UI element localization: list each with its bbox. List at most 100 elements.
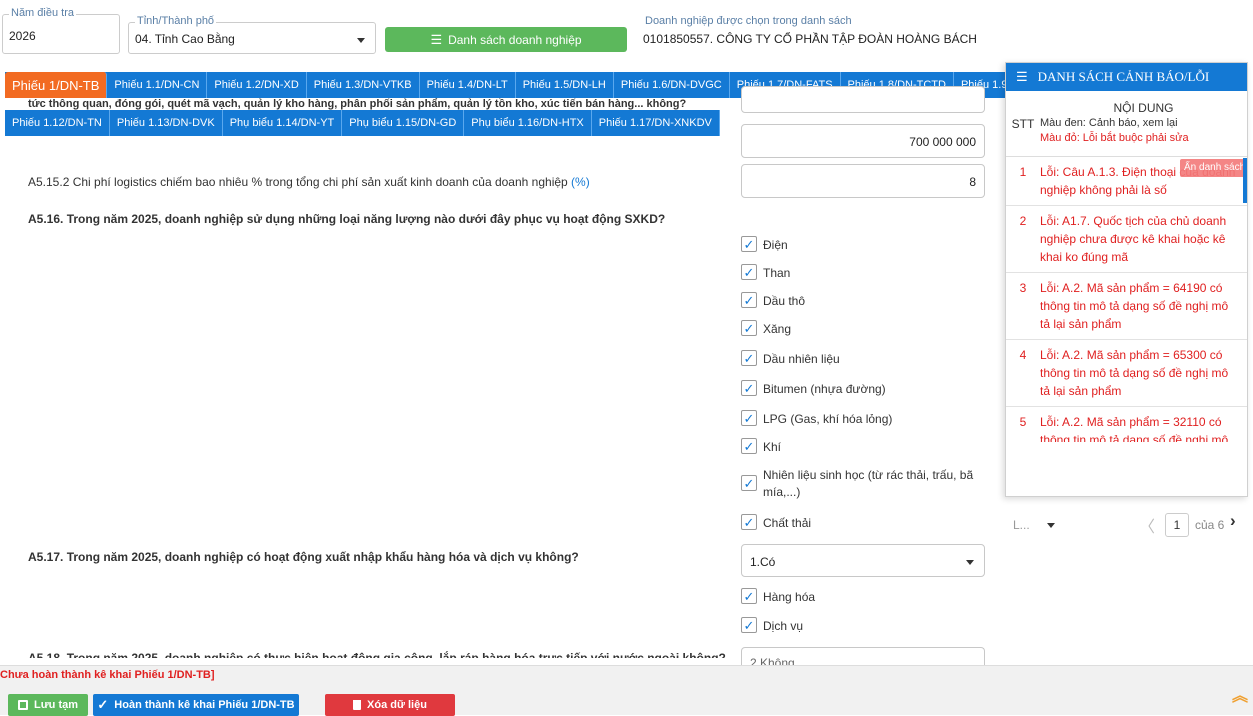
tab-row-secondary: Phiếu 1.12/DN-TN Phiếu 1.13/DN-DVK Phụ biể…	[5, 110, 720, 136]
warning-row-number: 3	[1019, 281, 1027, 295]
warning-panel-title: DANH SÁCH CẢNH BÁO/LỖI	[1037, 69, 1210, 84]
tab-5[interactable]: Phiếu 1.5/DN-LH	[516, 72, 614, 98]
logistics-cost-input[interactable]	[741, 86, 985, 113]
tab-4[interactable]: Phiếu 1.4/DN-LT	[420, 72, 516, 98]
warning-panel: ☰ DANH SÁCH CẢNH BÁO/LỖI STT NỘI DUNG Mà…	[1005, 62, 1248, 497]
question-a518: A5.18. Trong năm 2025, doanh nghiệp có t…	[28, 651, 726, 658]
chevron-down-icon	[1047, 523, 1055, 528]
energy-label: Nhiên liệu sinh học (từ rác thải, trấu, …	[763, 468, 974, 499]
save-icon	[17, 700, 28, 710]
complete-button[interactable]: ✓ Hoàn thành kê khai Phiếu 1/DN-TB	[93, 694, 299, 716]
a517-select[interactable]: 1.Có	[741, 544, 985, 577]
warning-row[interactable]: 4 Lỗi: A.2. Mã sản phẩm = 65300 có thông …	[1006, 340, 1247, 407]
check-icon: ✓	[741, 236, 757, 252]
warning-row-number: 1	[1019, 165, 1027, 179]
question-a5152-text: A5.15.2 Chi phí logistics chiếm bao nhiê…	[28, 175, 572, 189]
page-number-input[interactable]: 1	[1165, 513, 1189, 537]
year-field[interactable]: Năm điều tra 2026	[2, 7, 120, 54]
warning-row[interactable]: 5 Lỗi: A.2. Mã sản phẩm = 32110 có thông …	[1006, 407, 1247, 442]
list-icon: ☰	[430, 31, 443, 47]
chevron-down-icon	[357, 38, 365, 43]
col-content-title: NỘI DUNG	[1113, 101, 1174, 115]
warning-row-text: Lỗi: A.2. Mã sản phẩm = 65300 có thông t…	[1040, 348, 1229, 398]
a518-select[interactable]: 2.Không	[741, 647, 985, 665]
energy-checkbox[interactable]: ✓ Chất thải	[741, 514, 811, 530]
scroll-top-icon[interactable]: ︽	[1232, 689, 1248, 705]
check-icon: ✓	[741, 514, 757, 530]
trade-checkbox[interactable]: ✓ Hàng hóa	[741, 588, 815, 604]
truncated-question: tức thông quan, đóng gói, quét mã vạch, …	[28, 98, 687, 110]
company-value: 0101850557. CÔNG TY CỔ PHẦN TẬP ĐOÀN HOÀ…	[643, 32, 977, 46]
check-icon: ✓	[741, 292, 757, 308]
question-a5152-unit: (%)	[571, 175, 590, 189]
warning-row-number: 2	[1019, 214, 1027, 228]
energy-label: Bitumen (nhựa đường)	[763, 382, 886, 396]
energy-checkbox[interactable]: ✓ Dầu thô	[741, 292, 805, 308]
check-icon: ✓	[741, 380, 757, 396]
a517-value: 1.Có	[750, 555, 776, 569]
energy-label: Điện	[763, 238, 788, 252]
province-value: 04. Tỉnh Cao Bằng	[135, 32, 235, 46]
company-field[interactable]: Doanh nghiệp được chọn trong danh sách 0…	[636, 15, 1250, 54]
pager-bar: L... 〈 1 của 6 ›	[1005, 505, 1248, 545]
energy-checkbox[interactable]: ✓ Dầu nhiên liệu	[741, 350, 840, 366]
warning-row[interactable]: 2 Lỗi: A1.7. Quốc tịch của chủ doanh nghi…	[1006, 206, 1247, 273]
check-icon: ✓	[741, 264, 757, 280]
check-icon: ✓	[741, 410, 757, 426]
delete-data-button[interactable]: Xóa dữ liệu	[325, 694, 455, 716]
question-a516: A5.16. Trong năm 2025, doanh nghiệp sử d…	[28, 212, 666, 226]
energy-checkbox[interactable]: ✓ Than	[741, 264, 790, 280]
warning-scrollbar[interactable]	[1243, 158, 1247, 203]
trade-checkbox[interactable]: ✓ Dịch vụ	[741, 617, 803, 633]
cost-value-input[interactable]: 700 000 000	[741, 124, 985, 158]
cost-value: 700 000 000	[909, 135, 976, 149]
check-icon: ✓	[741, 350, 757, 366]
page-total: của 6	[1195, 518, 1225, 532]
menu-icon[interactable]: ☰	[1016, 69, 1028, 85]
tab-6[interactable]: Phiếu 1.6/DN-DVGC	[614, 72, 730, 98]
question-a5152: A5.15.2 Chi phí logistics chiếm bao nhiê…	[28, 175, 590, 189]
warning-row-text: Lỗi: A.2. Mã sản phẩm = 64190 có thông t…	[1040, 281, 1229, 331]
percent-input[interactable]: 8	[741, 164, 985, 198]
trash-icon	[353, 700, 362, 710]
warning-row-number: 4	[1019, 348, 1027, 362]
tab-2[interactable]: Phiếu 1.2/DN-XD	[207, 72, 307, 98]
tab-row2-3[interactable]: Phụ biểu 1.15/DN-GD	[342, 110, 465, 136]
tab-row2-1[interactable]: Phiếu 1.13/DN-DVK	[110, 110, 223, 136]
prev-page-icon[interactable]: 〈	[1139, 513, 1155, 537]
tab-row2-2[interactable]: Phụ biểu 1.14/DN-YT	[223, 110, 343, 136]
energy-checkbox[interactable]: ✓ Bitumen (nhựa đường)	[741, 380, 886, 396]
page-size-select[interactable]: L...	[1009, 513, 1061, 537]
col-stt-header: STT	[1011, 116, 1035, 131]
next-page-icon[interactable]: ›	[1230, 511, 1236, 531]
company-list-button[interactable]: ☰ Danh sách doanh nghiệp	[385, 27, 627, 52]
tab-1[interactable]: Phiếu 1.1/DN-CN	[107, 72, 208, 98]
warning-row-number: 5	[1019, 415, 1027, 429]
province-select[interactable]: Tỉnh/Thành phố 04. Tỉnh Cao Bằng	[128, 15, 376, 54]
tab-active[interactable]: Phiếu 1/DN-TB	[5, 72, 108, 98]
tab-row2-5[interactable]: Phiếu 1.17/DN-XNKDV	[592, 110, 720, 136]
page-size-value: L...	[1013, 518, 1030, 532]
complete-label: Hoàn thành kê khai Phiếu 1/DN-TB	[114, 699, 295, 711]
save-draft-button[interactable]: Lưu tạm	[8, 694, 88, 716]
warning-row[interactable]: 3 Lỗi: A.2. Mã sản phẩm = 64190 có thông …	[1006, 273, 1247, 340]
energy-checkbox[interactable]: ✓ Nhiên liệu sinh học (từ rác thải, trấu,…	[741, 467, 981, 501]
percent-value: 8	[969, 175, 976, 189]
hide-list-tag[interactable]: Ẩn danh sách D...	[1180, 159, 1247, 177]
legend-black: Màu đen: Cảnh báo, xem lại	[1040, 117, 1178, 129]
energy-checkbox[interactable]: ✓ Điện	[741, 236, 788, 252]
check-icon: ✓	[741, 588, 757, 604]
energy-checkbox[interactable]: ✓ Khí	[741, 438, 781, 454]
warning-list: 1 Lỗi: Câu A.1.3. Điện thoại của doanh ng…	[1006, 157, 1247, 442]
energy-label: LPG (Gas, khí hóa lỏng)	[763, 412, 893, 426]
warning-row-text: Lỗi: A1.7. Quốc tịch của chủ doanh nghiệ…	[1040, 214, 1227, 264]
trade-label: Hàng hóa	[763, 590, 816, 604]
energy-checkbox[interactable]: ✓ LPG (Gas, khí hóa lỏng)	[741, 410, 892, 426]
tab-row2-0[interactable]: Phiếu 1.12/DN-TN	[5, 110, 110, 136]
energy-label: Khí	[763, 440, 782, 454]
company-list-label: Danh sách doanh nghiệp	[448, 32, 582, 47]
question-a517: A5.17. Trong năm 2025, doanh nghiệp có h…	[28, 550, 579, 564]
tab-row2-4[interactable]: Phụ biểu 1.16/DN-HTX	[464, 110, 592, 136]
tab-3[interactable]: Phiếu 1.3/DN-VTKB	[307, 72, 420, 98]
energy-checkbox[interactable]: ✓ Xăng	[741, 320, 791, 336]
